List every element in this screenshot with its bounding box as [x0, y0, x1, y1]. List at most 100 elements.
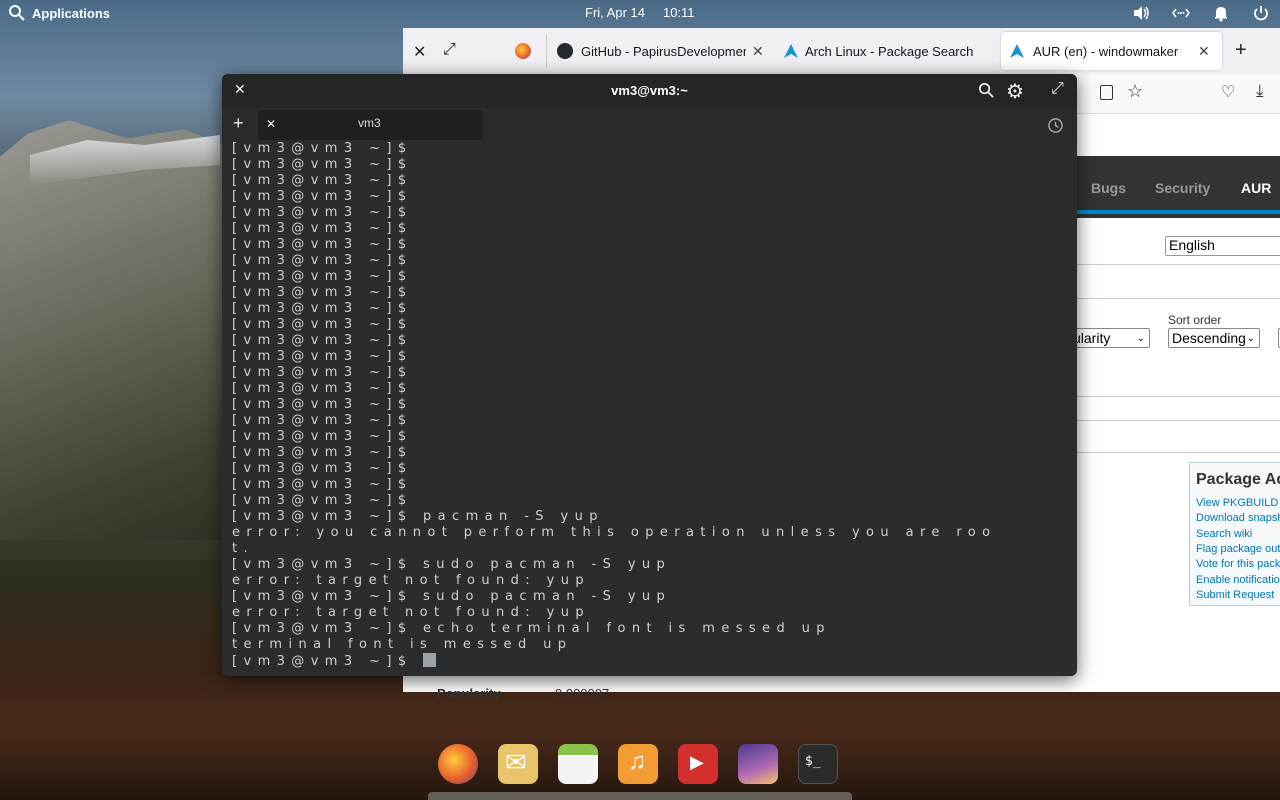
arch-icon	[1010, 44, 1024, 58]
action-flag-package[interactable]: Flag package out	[1196, 543, 1280, 555]
chevron-down-icon: ⌄	[1246, 332, 1255, 344]
tab-close-icon[interactable]: ✕	[752, 43, 764, 60]
bookmark-star-icon[interactable]: ☆	[1127, 81, 1143, 102]
terminal-line: [vm3@vm3 ~]$	[232, 333, 413, 348]
terminal-line: [vm3@vm3 ~]$	[232, 253, 413, 268]
dock: ✉ ♫ ▶ $_	[428, 738, 852, 800]
terminal-line: [vm3@vm3 ~]$	[232, 269, 413, 284]
volume-icon[interactable]	[1132, 4, 1150, 22]
terminal-line: [vm3@vm3 ~]$	[232, 461, 413, 476]
terminal-line: [vm3@vm3 ~]$	[232, 653, 1072, 669]
videos-icon[interactable]: ▶	[678, 744, 718, 784]
action-search-wiki[interactable]: Search wiki	[1196, 528, 1252, 540]
action-vote[interactable]: Vote for this pack	[1196, 558, 1280, 570]
terminal-title: vm3@vm3:~	[611, 83, 688, 98]
terminal-tab-label: vm3	[358, 116, 381, 130]
sort-by-select[interactable]: ularity ⌄	[1069, 328, 1150, 348]
terminal-headerbar: ✕ vm3@vm3:~ ⚙ ⤢	[222, 74, 1077, 108]
maximize-icon[interactable]: ⤢	[1051, 80, 1064, 98]
new-tab-plus-icon[interactable]: +	[1235, 39, 1247, 62]
clock[interactable]: Fri, Apr 14 10:11	[585, 5, 695, 20]
envelope-glyph: ✉	[505, 747, 527, 777]
action-download-snapshot[interactable]: Download snapsh	[1196, 512, 1280, 524]
terminal-line: [vm3@vm3 ~]$	[232, 397, 413, 412]
terminal-prompt-glyph: $_	[805, 754, 821, 769]
action-submit-request[interactable]: Submit Request	[1196, 589, 1274, 601]
action-enable-notifications[interactable]: Enable notificatio	[1196, 574, 1280, 586]
calendar-icon[interactable]	[558, 744, 598, 784]
browser-close-icon[interactable]: ✕	[413, 42, 426, 62]
clock-time: 10:11	[662, 5, 695, 20]
terminal-output[interactable]: [vm3@vm3 ~]$ [vm3@vm3 ~]$ [vm3@vm3 ~]$ [vm3…	[232, 141, 1072, 671]
aur-nav-bugs[interactable]: Bugs	[1091, 180, 1126, 196]
terminal-line: [vm3@vm3 ~]$	[232, 285, 413, 300]
terminal-line: [vm3@vm3 ~]$	[232, 381, 413, 396]
browser-tabbar: ✕ ⤢ GitHub - PapirusDevelopmentT ✕ Arch …	[403, 28, 1280, 74]
browser-fullscreen-icon[interactable]: ⤢	[443, 41, 456, 59]
terminal-line: [vm3@vm3 ~]$	[232, 237, 413, 252]
action-view-pkgbuild[interactable]: View PKGBUILD	[1196, 497, 1278, 509]
system-tray	[1132, 4, 1270, 22]
sort-order-select[interactable]: Descending ⌄	[1168, 328, 1260, 348]
terminal-icon[interactable]: $_	[798, 744, 838, 784]
dock-bar	[428, 792, 852, 800]
new-tab-plus-icon[interactable]: +	[233, 113, 244, 134]
applications-menu[interactable]: Applications	[8, 4, 110, 22]
terminal-line: error: you cannot perform this operation…	[232, 525, 997, 540]
terminal-line: [vm3@vm3 ~]$	[232, 301, 413, 316]
photos-icon[interactable]	[738, 744, 778, 784]
browser-tab-github[interactable]: GitHub - PapirusDevelopmentT ✕	[557, 32, 767, 70]
arch-icon	[784, 44, 798, 58]
terminal-line: [vm3@vm3 ~]$	[232, 317, 413, 332]
history-icon[interactable]	[1047, 117, 1064, 134]
search-icon[interactable]	[978, 82, 995, 99]
terminal-line: error: target not found: yup	[232, 573, 590, 588]
play-glyph: ▶	[690, 752, 704, 772]
terminal-tab-vm3[interactable]: ✕ vm3	[258, 110, 482, 140]
gear-icon[interactable]: ⚙	[1006, 79, 1024, 104]
package-actions-title: Package Act	[1196, 471, 1280, 488]
terminal-tabbar: + ✕ vm3	[222, 108, 1077, 142]
firefox-icon[interactable]	[438, 744, 478, 784]
terminal-line: [vm3@vm3 ~]$	[232, 365, 413, 380]
terminal-line: [vm3@vm3 ~]$	[232, 141, 413, 156]
download-icon[interactable]: ⤓	[1256, 81, 1264, 101]
pocket-icon[interactable]: ♡	[1221, 82, 1235, 102]
clock-date: Fri, Apr 14	[585, 5, 645, 20]
search-icon	[9, 5, 25, 21]
github-icon	[557, 43, 573, 59]
package-actions-box: Package Act View PKGBUILD Download snaps…	[1189, 462, 1280, 606]
aur-nav-aur[interactable]: AUR	[1241, 180, 1271, 196]
music-icon[interactable]: ♫	[618, 744, 658, 784]
terminal-line: t.	[232, 541, 255, 556]
firefox-tab-icon[interactable]	[515, 43, 531, 59]
terminal-cursor	[423, 653, 437, 667]
browser-tab-label: Arch Linux - Package Search	[805, 43, 974, 59]
terminal-line: [vm3@vm3 ~]$ echo terminal font is messe…	[232, 621, 831, 636]
terminal-line: [vm3@vm3 ~]$	[232, 157, 413, 172]
browser-tab-arch-search[interactable]: Arch Linux - Package Search	[783, 32, 988, 70]
reader-view-icon[interactable]	[1100, 85, 1113, 100]
aur-nav-security[interactable]: Security	[1155, 180, 1210, 196]
terminal-line: [vm3@vm3 ~]$	[232, 477, 413, 492]
browser-tab-label: AUR (en) - windowmaker	[1033, 43, 1179, 59]
chevron-down-icon: ⌄	[1136, 332, 1145, 344]
network-icon[interactable]	[1172, 4, 1190, 22]
top-panel: Applications Fri, Apr 14 10:11	[0, 0, 1280, 28]
bell-icon[interactable]	[1212, 4, 1230, 22]
terminal-line: [vm3@vm3 ~]$	[232, 429, 413, 444]
language-select[interactable]: English	[1165, 236, 1280, 256]
browser-tab-aur[interactable]: AUR (en) - windowmaker ✕	[1001, 32, 1222, 70]
mail-icon[interactable]: ✉	[498, 744, 538, 784]
terminal-window: ✕ vm3@vm3:~ ⚙ ⤢ + ✕ vm3 [vm3@vm3 ~]$ [vm3…	[222, 74, 1077, 676]
wallpaper-cliff	[0, 120, 230, 580]
terminal-line: [vm3@vm3 ~]$	[232, 221, 413, 236]
tab-close-icon[interactable]: ✕	[266, 117, 276, 131]
music-note-glyph: ♫	[628, 748, 646, 775]
applications-label: Applications	[32, 5, 111, 21]
terminal-line: [vm3@vm3 ~]$	[232, 493, 413, 508]
terminal-line: [vm3@vm3 ~]$ pacman -S yup	[232, 509, 604, 524]
tab-close-icon[interactable]: ✕	[1198, 43, 1210, 60]
terminal-line: [vm3@vm3 ~]$	[232, 173, 413, 188]
power-icon[interactable]	[1252, 4, 1270, 22]
